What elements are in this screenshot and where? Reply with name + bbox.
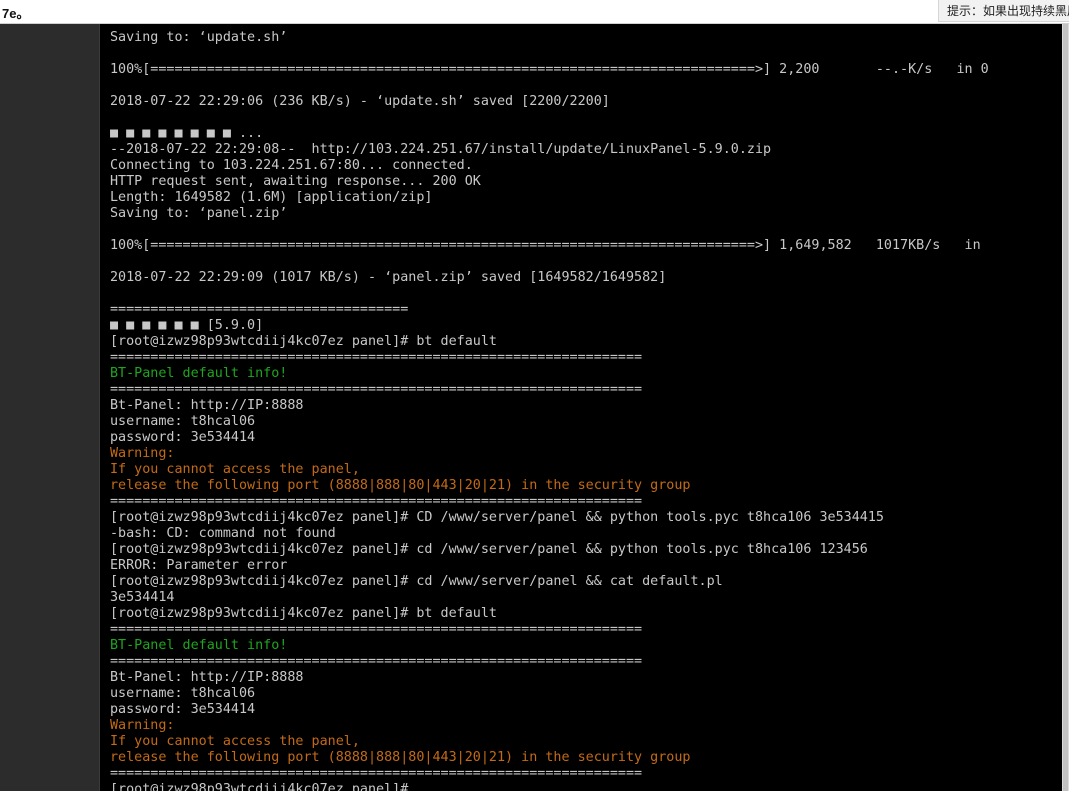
terminal-window[interactable]: Saving to: ‘update.sh’ 100%[=============… bbox=[100, 24, 1062, 791]
terminal-line: ========================================… bbox=[110, 350, 643, 365]
terminal-line: If you cannot access the panel, bbox=[110, 734, 360, 749]
terminal-line: BT-Panel default info! bbox=[110, 638, 288, 653]
browser-topbar: 7e。 提示：如果出现持续黑屏 bbox=[0, 0, 1069, 24]
terminal-line: If you cannot access the panel, bbox=[110, 462, 360, 477]
terminal-line: ===================================== bbox=[110, 302, 409, 317]
terminal-line: password: 3e534414 bbox=[110, 430, 256, 445]
terminal-line: [root@izwz98p93wtcdiij4kc07ez panel]# bt… bbox=[110, 334, 497, 349]
terminal-scrollbar[interactable] bbox=[1062, 24, 1069, 791]
terminal-line: Saving to: ‘panel.zip’ bbox=[110, 206, 288, 221]
terminal-line: -bash: CD: command not found bbox=[110, 526, 336, 541]
terminal-line: 2018-07-22 22:29:06 (236 KB/s) - ‘update… bbox=[110, 94, 610, 109]
left-gutter bbox=[0, 24, 100, 791]
hint-banner[interactable]: 提示：如果出现持续黑屏 bbox=[938, 0, 1069, 22]
terminal-line: [root@izwz98p93wtcdiij4kc07ez panel]# CD… bbox=[110, 510, 884, 525]
terminal-line: [root@izwz98p93wtcdiij4kc07ez panel]# bbox=[110, 782, 409, 791]
terminal-line: 100%[===================================… bbox=[110, 62, 989, 77]
terminal-line: Warning: bbox=[110, 446, 175, 461]
terminal-line: ■ ■ ■ ■ ■ ■ [5.9.0] bbox=[110, 318, 264, 333]
terminal-line: [root@izwz98p93wtcdiij4kc07ez panel]# cd… bbox=[110, 542, 868, 557]
terminal-line: 100%[===================================… bbox=[110, 238, 981, 253]
terminal-output: Saving to: ‘update.sh’ 100%[=============… bbox=[110, 30, 989, 791]
terminal-line: Warning: bbox=[110, 718, 175, 733]
terminal-line: [root@izwz98p93wtcdiij4kc07ez panel]# bt… bbox=[110, 606, 497, 621]
terminal-line: ========================================… bbox=[110, 766, 643, 781]
terminal-line: 3e534414 bbox=[110, 590, 175, 605]
terminal-line: password: 3e534414 bbox=[110, 702, 256, 717]
terminal-line: release the following port (8888|888|80|… bbox=[110, 750, 691, 765]
terminal-line: Saving to: ‘update.sh’ bbox=[110, 30, 288, 45]
terminal-line: Length: 1649582 (1.6M) [application/zip] bbox=[110, 190, 433, 205]
terminal-line: Bt-Panel: http://IP:8888 bbox=[110, 670, 304, 685]
terminal-line: ERROR: Parameter error bbox=[110, 558, 288, 573]
terminal-line: --2018-07-22 22:29:08-- http://103.224.2… bbox=[110, 142, 772, 157]
terminal-line: release the following port (8888|888|80|… bbox=[110, 478, 691, 493]
terminal-line: ========================================… bbox=[110, 654, 643, 669]
terminal-line: Bt-Panel: http://IP:8888 bbox=[110, 398, 304, 413]
terminal-line: username: t8hcal06 bbox=[110, 686, 256, 701]
terminal-line: [root@izwz98p93wtcdiij4kc07ez panel]# cd… bbox=[110, 574, 723, 589]
terminal-line: username: t8hcal06 bbox=[110, 414, 256, 429]
terminal-line: Connecting to 103.224.251.67:80... conne… bbox=[110, 158, 473, 173]
scrollbar-thumb[interactable] bbox=[1063, 24, 1068, 791]
terminal-line: HTTP request sent, awaiting response... … bbox=[110, 174, 481, 189]
topbar-left-text: 7e。 bbox=[2, 6, 30, 21]
terminal-line: ■ ■ ■ ■ ■ ■ ■ ■ ... bbox=[110, 126, 264, 141]
terminal-line: BT-Panel default info! bbox=[110, 366, 288, 381]
terminal-line: 2018-07-22 22:29:09 (1017 KB/s) - ‘panel… bbox=[110, 270, 667, 285]
terminal-line: ========================================… bbox=[110, 494, 643, 509]
terminal-line: ========================================… bbox=[110, 382, 643, 397]
terminal-line: ========================================… bbox=[110, 622, 643, 637]
